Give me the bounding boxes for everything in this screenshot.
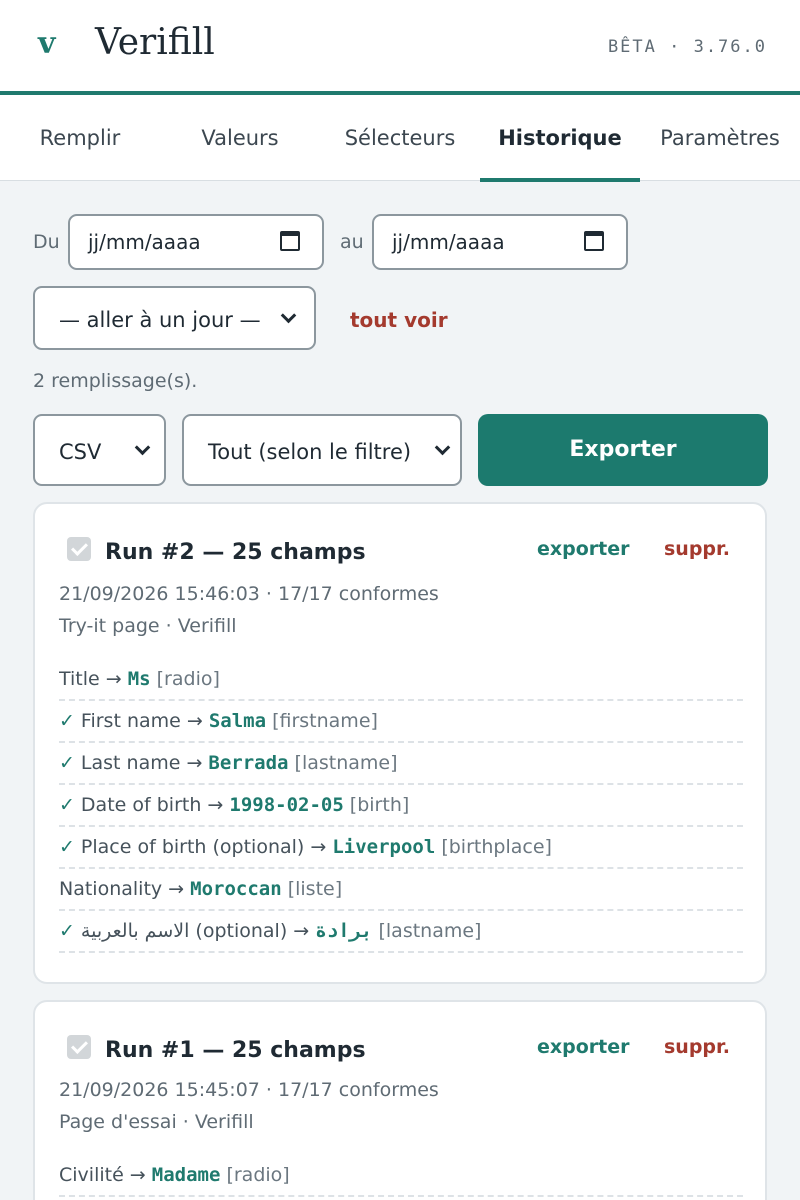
version-badge: BÊTA · 3.76.0: [607, 37, 767, 57]
main-tabs: Remplir Valeurs Sélecteurs Historique Pa…: [0, 95, 800, 182]
field-label: Nationality →: [59, 878, 191, 900]
scope-select-value: Tout (selon le filtre): [208, 440, 412, 464]
field-type: [radio]: [150, 668, 220, 690]
run-timestamp: 21/09/2026 15:46:03 · 17/17 conformes: [59, 583, 439, 605]
check-icon: ✓: [59, 794, 75, 816]
field-value: Liverpool: [332, 836, 436, 858]
field-row: ✓ Date of birth → 1998-02-05 [birth]: [59, 785, 743, 827]
run-select-checkbox[interactable]: [67, 1035, 91, 1059]
field-row: Nationality → Moroccan [liste]: [59, 869, 743, 911]
export-button[interactable]: Exporter: [478, 414, 768, 486]
run-title: Run #2 — 25 champs: [105, 540, 366, 565]
field-label: First name →: [80, 710, 209, 732]
scope-select[interactable]: Tout (selon le filtre): [182, 414, 462, 486]
field-label: Civilité →: [59, 1164, 152, 1186]
run-delete-link[interactable]: suppr.: [664, 1036, 730, 1058]
app-title: Verifill: [95, 22, 215, 63]
chevron-down-icon: [280, 307, 297, 324]
field-value: Berrada: [208, 752, 289, 774]
calendar-icon[interactable]: [584, 231, 604, 251]
field-row: Civilité → Madame [radio]: [59, 1155, 743, 1197]
day-select[interactable]: — aller à un jour —: [33, 286, 316, 350]
run-export-link[interactable]: exporter: [537, 1036, 630, 1058]
run-page: Page d'essai · Verifill: [59, 1111, 254, 1133]
field-type: [firstname]: [266, 710, 378, 732]
tab-historique[interactable]: Historique: [480, 95, 640, 182]
field-type: [liste]: [281, 878, 343, 900]
see-all-link[interactable]: tout voir: [350, 308, 448, 332]
verifill-logo-icon: v: [38, 26, 56, 61]
from-label: Du: [33, 231, 60, 253]
field-type: [birth]: [343, 794, 410, 816]
run-timestamp: 21/09/2026 15:45:07 · 17/17 conformes: [59, 1079, 439, 1101]
field-type: [birthplace]: [435, 836, 552, 858]
field-type: [radio]: [220, 1164, 290, 1186]
run-title: Run #1 — 25 champs: [105, 1038, 366, 1063]
run-export-link[interactable]: exporter: [537, 538, 630, 560]
to-date-placeholder: jj/mm/aaaa: [392, 230, 505, 254]
run-page: Try-it page · Verifill: [59, 615, 237, 637]
tab-parametres[interactable]: Paramètres: [640, 95, 800, 181]
field-value: Madame: [151, 1164, 221, 1186]
field-type: [lastname]: [372, 920, 482, 942]
tab-remplir[interactable]: Remplir: [0, 95, 160, 181]
calendar-icon[interactable]: [280, 231, 300, 251]
field-type: [lastname]: [288, 752, 398, 774]
field-row: ✓ Place of birth (optional) → Liverpool […: [59, 827, 743, 869]
field-label: Last name →: [80, 752, 209, 774]
app-header: v Verifill BÊTA · 3.76.0: [0, 0, 800, 95]
field-row: ✓ Last name → Berrada [lastname]: [59, 743, 743, 785]
field-value: برادة: [315, 920, 373, 942]
check-icon: ✓: [59, 752, 75, 774]
field-label: Place of birth (optional) →: [80, 836, 333, 858]
field-label: Date of birth →: [80, 794, 230, 816]
field-label: الاسم بالعربية (optional) →: [80, 920, 316, 942]
run-delete-link[interactable]: suppr.: [664, 538, 730, 560]
chevron-down-icon: [434, 439, 451, 456]
to-date-input[interactable]: jj/mm/aaaa: [372, 214, 628, 270]
field-value: Moroccan: [190, 878, 282, 900]
run-select-checkbox[interactable]: [67, 537, 91, 561]
field-row: ✓ First name → Salma [firstname]: [59, 701, 743, 743]
run-field-list: Civilité → Madame [radio]: [59, 1155, 743, 1197]
to-label: au: [340, 231, 364, 253]
check-icon: ✓: [59, 836, 75, 858]
run-field-list: Title → Ms [radio] ✓ First name → Salma […: [59, 659, 743, 953]
from-date-input[interactable]: jj/mm/aaaa: [68, 214, 324, 270]
day-select-value: — aller à un jour —: [59, 308, 261, 332]
field-row: ✓ الاسم بالعربية (optional) → برادة [last…: [59, 911, 743, 953]
chevron-down-icon: [134, 439, 151, 456]
format-select[interactable]: CSV: [33, 414, 166, 486]
field-value: Ms: [127, 668, 151, 690]
check-icon: ✓: [59, 710, 75, 732]
run-card: Run #2 — 25 champs exporter suppr. 21/09…: [33, 502, 767, 984]
tab-selecteurs[interactable]: Sélecteurs: [320, 95, 480, 181]
format-select-value: CSV: [59, 440, 102, 464]
from-date-placeholder: jj/mm/aaaa: [88, 230, 201, 254]
field-value: 1998-02-05: [229, 794, 344, 816]
run-card: Run #1 — 25 champs exporter suppr. 21/09…: [33, 1000, 767, 1200]
tab-valeurs[interactable]: Valeurs: [160, 95, 320, 181]
fill-count: 2 remplissage(s).: [33, 370, 198, 392]
field-row: Title → Ms [radio]: [59, 659, 743, 701]
field-value: Salma: [208, 710, 267, 732]
check-icon: ✓: [59, 920, 75, 942]
field-label: Title →: [59, 668, 128, 690]
